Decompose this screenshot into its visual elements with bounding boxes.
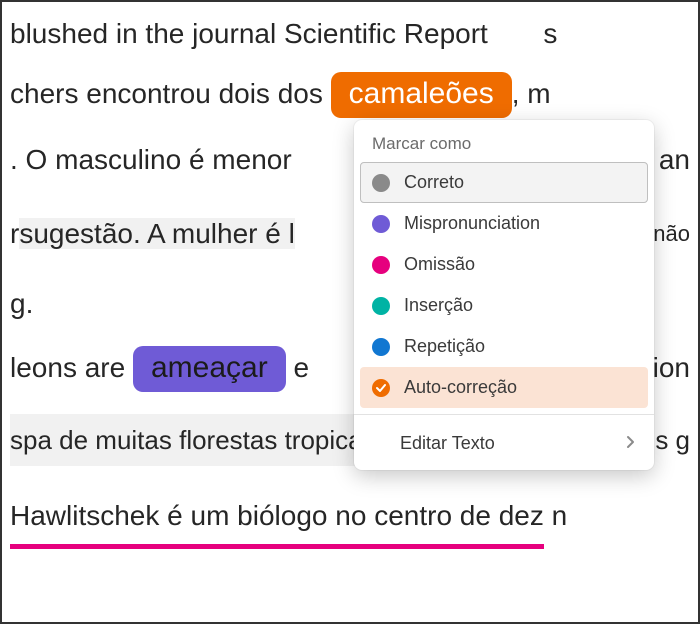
text: chers encontrou dois dos bbox=[10, 78, 331, 109]
text-omission-underline[interactable]: Hawlitschek é um biólogo no centro de de… bbox=[10, 490, 544, 549]
text: , m bbox=[512, 78, 551, 109]
word-chip-label: camaleões bbox=[349, 77, 494, 110]
menu-divider bbox=[354, 414, 654, 415]
menu-header: Marcar como bbox=[354, 130, 654, 162]
menu-item-label: Mispronunciation bbox=[404, 213, 540, 234]
menu-item-label: Repetição bbox=[404, 336, 485, 357]
word-chip-label: ameaçar bbox=[151, 351, 268, 384]
dot-icon bbox=[372, 174, 390, 192]
menu-item-mispronunciation[interactable]: Mispronunciation bbox=[354, 203, 654, 244]
menu-item-omission[interactable]: Omissão bbox=[354, 244, 654, 285]
menu-item-label: Correto bbox=[404, 172, 464, 193]
menu-item-correct[interactable]: Correto bbox=[360, 162, 648, 203]
dot-icon bbox=[372, 215, 390, 233]
text-line: chers encontrou dois dos camaleões , m bbox=[10, 68, 690, 120]
text: s g bbox=[655, 414, 690, 466]
text-line: blushed in the journal Scientific Report… bbox=[10, 8, 690, 60]
word-chip[interactable]: ameaçar bbox=[133, 346, 286, 392]
dot-icon bbox=[372, 256, 390, 274]
menu-item-label: Auto-correção bbox=[404, 377, 517, 398]
text: . O masculino é menor bbox=[10, 134, 292, 186]
menu-item-selfcorrection[interactable]: Auto-correção bbox=[360, 367, 648, 408]
check-icon bbox=[372, 379, 390, 397]
dot-icon bbox=[372, 297, 390, 315]
text: g. bbox=[10, 288, 33, 319]
menu-item-label: Inserção bbox=[404, 295, 473, 316]
text-line: Hawlitschek é um biólogo no centro de de… bbox=[10, 490, 690, 549]
text: r bbox=[10, 218, 19, 249]
word-chip-selected[interactable]: camaleões bbox=[331, 72, 512, 118]
text: blushed in the journal Scientific Report bbox=[10, 18, 488, 49]
chevron-right-icon bbox=[626, 433, 636, 454]
text: n bbox=[552, 500, 568, 531]
text: e bbox=[286, 352, 309, 383]
reading-passage: blushed in the journal Scientific Report… bbox=[0, 0, 700, 624]
text: ion bbox=[653, 342, 690, 394]
menu-item-insertion[interactable]: Inserção bbox=[354, 285, 654, 326]
mark-as-menu: Marcar como Correto Mispronunciation Omi… bbox=[354, 120, 654, 470]
menu-item-edit-text[interactable]: Editar Texto bbox=[354, 421, 654, 464]
menu-item-label: Omissão bbox=[404, 254, 475, 275]
dot-icon bbox=[372, 338, 390, 356]
text: s bbox=[543, 18, 557, 49]
text: não bbox=[653, 208, 690, 260]
menu-item-label: Editar Texto bbox=[400, 433, 495, 454]
text: an bbox=[659, 134, 690, 186]
menu-item-repetition[interactable]: Repetição bbox=[354, 326, 654, 367]
text-highlight: sugestão. A mulher é l bbox=[19, 218, 295, 249]
text: leons are bbox=[10, 352, 133, 383]
text-highlight: spa de muitas florestas tropical bbox=[10, 414, 368, 466]
